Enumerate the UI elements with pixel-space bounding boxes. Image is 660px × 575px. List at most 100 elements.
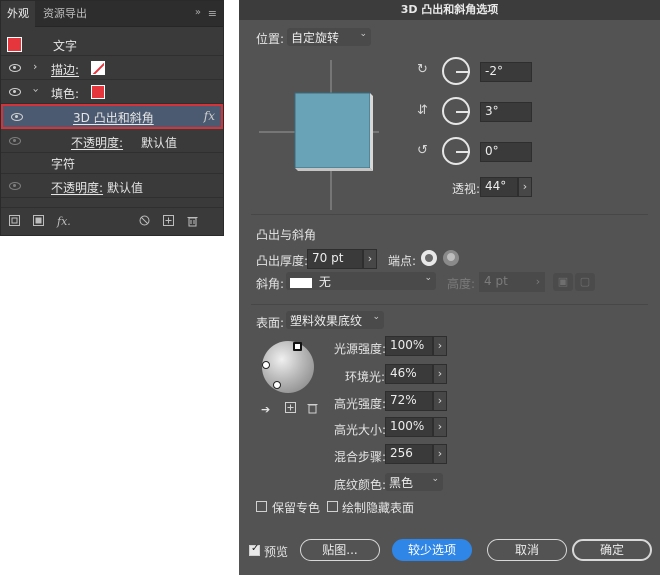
fill-opacity-label[interactable]: 不透明度: [71, 134, 123, 151]
appearance-row-opacity[interactable]: 不透明度: 默认值 [1, 175, 223, 198]
add-new-stroke-icon[interactable] [9, 215, 20, 229]
position-label: 位置: [256, 32, 285, 46]
delete-light-icon[interactable] [307, 402, 318, 417]
bevel-label: 斜角: [256, 277, 285, 291]
appearance-row-fill-opacity[interactable]: 不透明度: 默认值 [1, 130, 223, 153]
light-intensity-slider-button[interactable]: › [433, 336, 447, 356]
fewer-options-button[interactable]: 较少选项 [392, 539, 472, 561]
visibility-eye-icon[interactable] [9, 64, 21, 72]
highlight-size-input[interactable]: 100% [385, 417, 433, 437]
blend-steps-slider-button[interactable]: › [433, 444, 447, 464]
chevron-down-icon: ⌄ [372, 312, 380, 322]
preview-checkbox[interactable] [249, 543, 260, 556]
extrude-bevel-section-title: 凸出与斜角 [256, 228, 317, 242]
duplicate-item-icon[interactable] [163, 215, 174, 229]
rotation-track-cube[interactable] [259, 60, 379, 210]
stroke-swatch[interactable] [91, 61, 105, 75]
surface-dropdown[interactable]: 塑料效果底纹 ⌄ [286, 311, 384, 329]
lighting-sphere[interactable] [262, 341, 314, 393]
bevel-extent-in-icon: ▢ [575, 273, 595, 291]
light-intensity-input[interactable]: 100% [385, 336, 433, 356]
rotate-y-input[interactable]: 3° [480, 102, 532, 122]
perspective-label: 透视: [452, 182, 481, 196]
map-art-button[interactable]: 贴图... [300, 539, 380, 561]
add-new-fill-icon[interactable] [33, 215, 44, 229]
draw-hidden-faces-label[interactable]: 绘制隐藏表面 [342, 499, 414, 516]
shading-color-dropdown[interactable]: 黑色 ⌄ [385, 473, 443, 491]
visibility-eye-icon[interactable] [9, 137, 21, 145]
highlight-size-label: 高光大小: [334, 423, 387, 437]
surface-label: 表面: [256, 316, 285, 330]
light-intensity-label: 光源强度: [334, 342, 387, 356]
cap-on-button[interactable] [421, 250, 437, 266]
object-label: 文字 [53, 39, 78, 53]
bevel-dropdown[interactable]: 无 ⌄ [286, 272, 436, 290]
rotate-z-dial[interactable] [442, 137, 470, 165]
opacity-label[interactable]: 不透明度: [51, 179, 103, 196]
bevel-extent-out-icon: ▣ [553, 273, 573, 291]
highlight-intensity-slider-button[interactable]: › [433, 391, 447, 411]
move-light-to-back-icon[interactable]: ➔ [261, 403, 270, 416]
effect-3d-link[interactable]: 3D 凸出和斜角 [73, 109, 154, 126]
ambient-light-input[interactable]: 46% [385, 364, 433, 384]
appearance-row-stroke[interactable]: › 描边: [1, 57, 223, 80]
divider [251, 304, 648, 305]
position-dropdown[interactable]: 自定旋转 ⌄ [287, 28, 371, 46]
bevel-shape-preview [290, 277, 312, 288]
ok-button[interactable]: 确定 [572, 539, 652, 561]
fx-icon[interactable]: fx [204, 109, 215, 123]
appearance-row-fill[interactable]: › 填色: [1, 81, 223, 104]
appearance-bottom-toolbar: fx. [1, 207, 223, 235]
cancel-button[interactable]: 取消 [487, 539, 567, 561]
rotate-x-dial[interactable] [442, 57, 470, 85]
fill-swatch[interactable] [91, 85, 105, 99]
fill-label[interactable]: 填色: [51, 85, 79, 102]
tab-appearance[interactable]: 外观 [1, 1, 35, 27]
rotate-y-dial[interactable] [442, 97, 470, 125]
extrude-depth-input[interactable]: 70 pt [307, 249, 363, 269]
collapse-panel-icon[interactable]: » [195, 7, 201, 18]
ambient-light-slider-button[interactable]: › [433, 364, 447, 384]
add-effect-fx-icon[interactable]: fx. [57, 215, 71, 228]
perspective-input[interactable]: 44° [480, 177, 518, 197]
chevron-down-icon[interactable]: › [30, 88, 43, 92]
visibility-eye-icon[interactable] [9, 88, 21, 96]
appearance-row-characters[interactable]: 字符 [1, 151, 223, 174]
shading-color-value: 黑色 [389, 476, 414, 490]
chevron-right-icon[interactable]: › [33, 60, 37, 73]
3d-extrude-bevel-dialog: 3D 凸出和斜角选项 位置: 自定旋转 ⌄ ↻ -2° ⇵ 3° ↺ 0° 透视… [239, 0, 660, 575]
position-value: 自定旋转 [291, 31, 340, 45]
appearance-row-3d-effect[interactable]: 3D 凸出和斜角 fx [1, 104, 223, 129]
characters-label[interactable]: 字符 [51, 155, 75, 172]
perspective-slider-button[interactable]: › [518, 177, 532, 197]
preview-label[interactable]: 预览 [264, 543, 288, 560]
opacity-value: 默认值 [107, 181, 144, 195]
panel-menu-icon[interactable]: ≡ [208, 7, 217, 20]
visibility-eye-icon[interactable] [9, 182, 21, 190]
appearance-panel: 外观 资源导出 » ≡ 文字 › 描边: › 填色: 3D 凸出和斜角 fx 不… [0, 0, 224, 236]
highlight-intensity-label: 高光强度: [334, 397, 387, 411]
rotate-z-input[interactable]: 0° [480, 142, 532, 162]
tab-asset-export[interactable]: 资源导出 [37, 1, 93, 27]
highlight-intensity-input[interactable]: 72% [385, 391, 433, 411]
highlight-size-slider-button[interactable]: › [433, 417, 447, 437]
panel-tab-bar: 外观 资源导出 » ≡ [1, 1, 223, 27]
light-source[interactable] [273, 381, 281, 389]
new-light-icon[interactable] [285, 402, 296, 416]
light-source[interactable] [262, 361, 270, 369]
preserve-spot-checkbox[interactable] [256, 501, 267, 512]
appearance-row-object[interactable]: 文字 [1, 33, 223, 56]
draw-hidden-faces-checkbox[interactable] [327, 501, 338, 512]
blend-steps-input[interactable]: 256 [385, 444, 433, 464]
cap-off-button[interactable] [443, 250, 459, 266]
preserve-spot-label[interactable]: 保留专色 [272, 499, 320, 516]
blend-steps-label: 混合步骤: [334, 450, 387, 464]
dialog-title: 3D 凸出和斜角选项 [239, 0, 660, 20]
rotate-x-input[interactable]: -2° [480, 62, 532, 82]
light-source-selected[interactable] [293, 342, 302, 351]
stroke-label[interactable]: 描边: [51, 61, 79, 78]
extrude-depth-slider-button[interactable]: › [363, 249, 377, 269]
trash-icon[interactable] [187, 215, 198, 230]
clear-appearance-icon[interactable] [139, 215, 150, 229]
visibility-eye-icon[interactable] [11, 113, 23, 121]
